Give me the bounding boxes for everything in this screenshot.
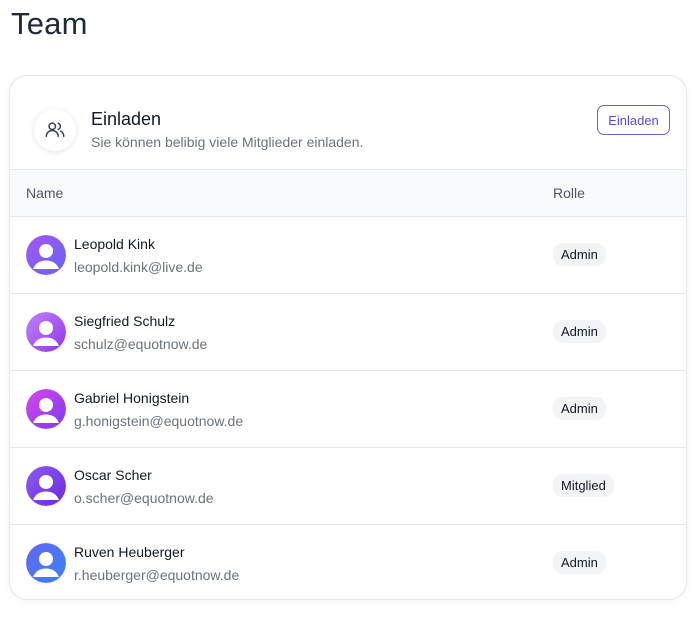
table-row: Gabriel Honigstein g.honigstein@equotnow.… (10, 371, 686, 448)
role-badge[interactable]: Admin (553, 551, 606, 574)
table-row: Oscar Scher o.scher@equotnow.de Mitglied (10, 448, 686, 525)
avatar (26, 389, 66, 429)
member-name: Leopold Kink (74, 236, 155, 252)
avatar (26, 312, 66, 352)
table-row: Leopold Kink leopold.kink@live.de Admin (10, 217, 686, 294)
users-icon (34, 109, 76, 151)
member-name: Siegfried Schulz (74, 313, 176, 329)
member-list: Leopold Kink leopold.kink@live.de Admin Sie… (10, 217, 686, 599)
invite-button[interactable]: Einladen (597, 105, 670, 135)
member-email: schulz@equotnow.de (74, 336, 208, 352)
member-name: Gabriel Honigstein (74, 390, 190, 406)
table-header: Name Rolle (10, 170, 686, 217)
role-badge[interactable]: Admin (553, 320, 606, 343)
avatar (26, 235, 66, 275)
member-name: Ruven Heuberger (74, 544, 185, 560)
member-email: r.heuberger@equotnow.de (74, 567, 240, 583)
avatar (26, 543, 66, 583)
invite-title: Einladen (91, 109, 162, 129)
invite-subtitle: Sie können belibig viele Mitglieder einl… (91, 134, 364, 150)
table-row: Siegfried Schulz schulz@equotnow.de Admin (10, 294, 686, 371)
role-badge[interactable]: Mitglied (553, 474, 614, 497)
team-card: Einladen Sie können belibig viele Mitgli… (9, 75, 687, 600)
avatar (26, 466, 66, 506)
page-title: Team (11, 6, 88, 41)
table-row: Ruven Heuberger r.heuberger@equotnow.de Ad… (10, 525, 686, 599)
member-email: leopold.kink@live.de (74, 259, 203, 275)
column-header-role: Rolle (553, 185, 585, 201)
member-email: g.honigstein@equotnow.de (74, 413, 244, 429)
member-name: Oscar Scher (74, 467, 152, 483)
role-badge[interactable]: Admin (553, 243, 606, 266)
member-email: o.scher@equotnow.de (74, 490, 214, 506)
role-badge[interactable]: Admin (553, 397, 606, 420)
invite-section: Einladen Sie können belibig viele Mitgli… (10, 76, 686, 170)
column-header-name: Name (26, 185, 64, 201)
